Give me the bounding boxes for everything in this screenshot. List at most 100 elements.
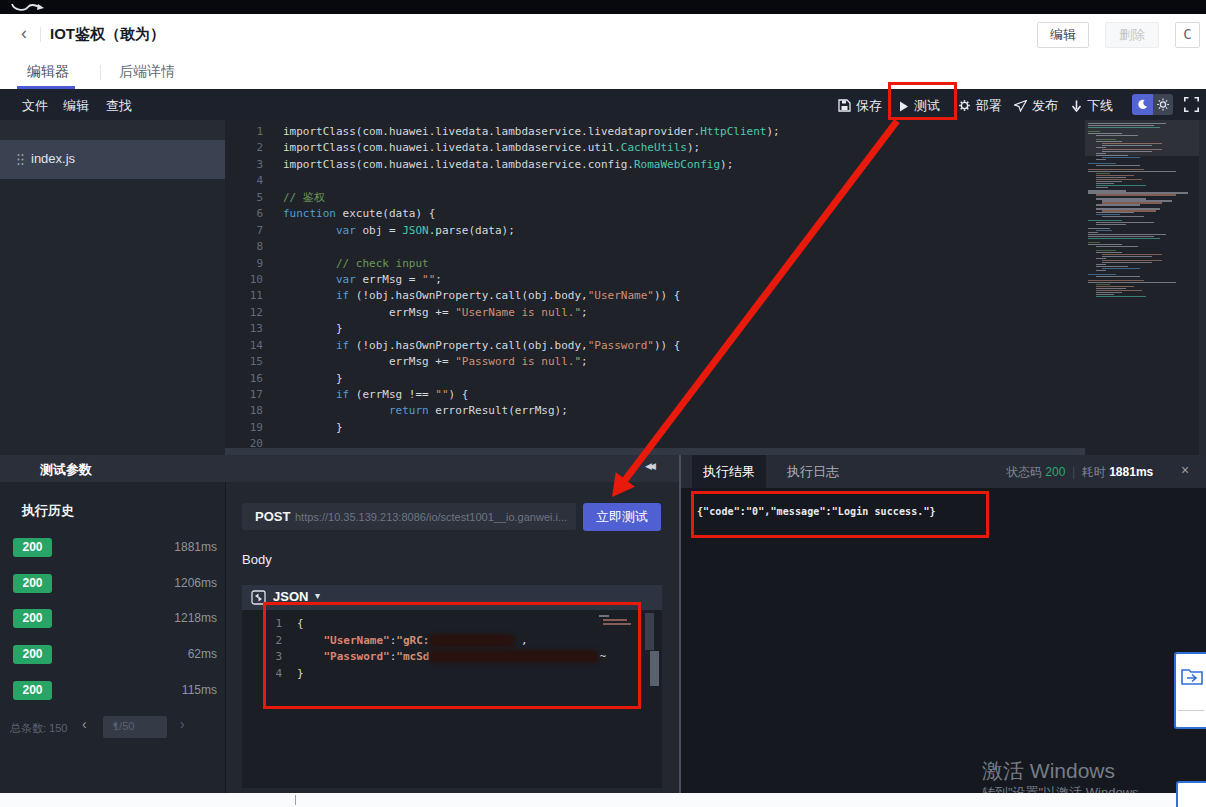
code-line: 17 if (errMsg !== "") { xyxy=(225,387,1085,403)
editor-minimap[interactable] xyxy=(1085,120,1206,455)
duration-label: 115ms xyxy=(182,683,217,697)
content-type-caret: ▾ xyxy=(315,590,320,601)
status-badge: 200 xyxy=(13,681,52,700)
status-code-value: 200 xyxy=(1045,465,1065,479)
code-line: 18 return errorResult(errMsg); xyxy=(225,403,1085,419)
code-line: 6function excute(data) { xyxy=(225,206,1085,222)
request-url-input[interactable]: POST https://10.35.139.213:8086/io/sctes… xyxy=(242,503,576,530)
test-now-button[interactable]: 立即测试 xyxy=(583,503,661,531)
code-line: 8 xyxy=(225,239,1085,255)
tab-divider xyxy=(100,65,101,80)
request-url: https://10.35.139.213:8086/io/sctest1001… xyxy=(295,511,571,523)
json-scrollbar-a[interactable] xyxy=(645,613,654,650)
page-title: IOT鉴权（敢为） xyxy=(50,25,165,44)
file-item-indexjs[interactable]: index.js xyxy=(0,140,225,179)
delete-button[interactable]: 删除 xyxy=(1105,22,1159,48)
status-code-label: 状态码 xyxy=(1006,465,1042,479)
code-line: 19 } xyxy=(225,420,1085,436)
tab-backend-detail[interactable]: 后端详情 xyxy=(119,63,175,81)
next-page-icon[interactable]: › xyxy=(180,716,185,732)
code-editor[interactable]: 1importClass(com.huawei.livedata.lambdas… xyxy=(225,120,1085,455)
time-value: 1881ms xyxy=(1109,465,1153,479)
theme-toggle[interactable] xyxy=(1132,94,1173,115)
code-line: 5// 鉴权 xyxy=(225,190,1085,206)
code-line: 14 if (!obj.hasOwnProperty.call(obj.body… xyxy=(225,338,1085,354)
code-line: 2importClass(com.huawei.livedata.lambdas… xyxy=(225,140,1085,156)
gear-icon xyxy=(958,99,971,112)
sidebar-top xyxy=(0,120,225,140)
collapse-icon[interactable]: ◀◀ xyxy=(645,461,653,471)
deploy-button[interactable]: 部署 xyxy=(958,97,1002,115)
app-logo xyxy=(8,0,48,14)
file-sidebar: index.js xyxy=(0,120,225,455)
tab-strip: 编辑器 后端详情 xyxy=(0,55,1206,89)
drag-handle-icon xyxy=(17,153,24,166)
folder-arrow-icon xyxy=(1181,666,1203,686)
pagination: 总条数: 150 ‹ 1/50▾ › xyxy=(0,716,225,740)
annotation-box-test xyxy=(888,82,957,120)
duration-label: 1881ms xyxy=(174,540,217,554)
body-label: Body xyxy=(242,552,272,567)
json-scrollbar-b[interactable] xyxy=(650,651,659,686)
status-badge: 200 xyxy=(13,645,52,664)
header-divider xyxy=(40,27,41,42)
history-row[interactable]: 200 1206ms xyxy=(0,574,225,610)
code-line: 4 xyxy=(225,173,1085,189)
page-select-caret: ▾ xyxy=(113,720,159,730)
code-line: 16 } xyxy=(225,371,1085,387)
windows-watermark-line1: 激活 Windows xyxy=(982,757,1115,785)
status-badge: 200 xyxy=(13,574,52,593)
app-topbar xyxy=(0,0,1206,14)
code-line: 11 if (!obj.hasOwnProperty.call(obj.body… xyxy=(225,288,1085,304)
code-line: 12 errMsg += "UserName is null."; xyxy=(225,305,1085,321)
publish-button[interactable]: 发布 xyxy=(1014,97,1058,115)
editor-toolbar: 文件 编辑 查找 保存 测试 部署 发布 下线 xyxy=(0,89,1206,120)
panel-divider-left xyxy=(225,482,226,793)
history-title: 执行历史 xyxy=(22,502,74,520)
light-theme-icon[interactable] xyxy=(1153,94,1173,115)
code-line: 3importClass(com.huawei.livedata.lambdas… xyxy=(225,157,1085,173)
refresh-button[interactable]: C xyxy=(1175,22,1200,48)
offline-button[interactable]: 下线 xyxy=(1071,97,1113,115)
corner-flyout[interactable] xyxy=(1176,781,1206,807)
status-badge: 200 xyxy=(13,538,52,557)
close-icon[interactable]: × xyxy=(1181,462,1189,478)
history-list: 2001881ms2001206ms2001218ms20062ms200115… xyxy=(0,538,225,716)
send-icon xyxy=(1014,100,1027,112)
minimap-viewport xyxy=(1085,120,1206,156)
save-button[interactable]: 保存 xyxy=(838,97,882,115)
folder-flyout[interactable] xyxy=(1174,652,1206,729)
menu-find[interactable]: 查找 xyxy=(106,97,132,115)
tab-exec-log[interactable]: 执行日志 xyxy=(776,455,850,488)
flyout-divider xyxy=(1178,710,1204,711)
code-line: 10 var errMsg = ""; xyxy=(225,272,1085,288)
annotation-box-json xyxy=(263,602,641,709)
test-params-header: 测试参数 ◀◀ xyxy=(0,455,679,482)
tab-editor[interactable]: 编辑器 xyxy=(27,63,69,81)
edit-button[interactable]: 编辑 xyxy=(1037,22,1089,48)
editor-hscrollbar[interactable] xyxy=(225,448,1085,455)
page-select[interactable]: 1/50▾ xyxy=(103,716,167,738)
prev-page-icon[interactable]: ‹ xyxy=(82,716,87,732)
editor-vscrollbar[interactable] xyxy=(1199,120,1206,455)
menu-file[interactable]: 文件 xyxy=(22,97,48,115)
dark-theme-icon[interactable] xyxy=(1132,94,1153,115)
history-row[interactable]: 200 1881ms xyxy=(0,538,225,574)
duration-label: 1206ms xyxy=(174,576,217,590)
time-label: 耗时 xyxy=(1082,465,1106,479)
total-count-label: 总条数: 150 xyxy=(10,721,67,736)
save-icon xyxy=(838,99,851,112)
status-badge: 200 xyxy=(13,609,52,628)
tab-exec-result[interactable]: 执行结果 xyxy=(692,455,766,488)
history-row[interactable]: 200 115ms xyxy=(0,681,225,717)
code-line: 7 var obj = JSON.parse(data); xyxy=(225,223,1085,239)
fullscreen-icon[interactable] xyxy=(1184,97,1199,112)
back-icon[interactable]: ‹ xyxy=(21,23,27,44)
history-row[interactable]: 2001218ms xyxy=(0,609,225,645)
history-row[interactable]: 20062ms xyxy=(0,645,225,681)
menu-edit[interactable]: 编辑 xyxy=(63,97,89,115)
editor-main: index.js 1importClass(com.huawei.livedat… xyxy=(0,120,1206,455)
code-line: 9 // check input xyxy=(225,256,1085,272)
code-line: 1importClass(com.huawei.livedata.lambdas… xyxy=(225,124,1085,140)
annotation-box-result xyxy=(691,491,989,538)
